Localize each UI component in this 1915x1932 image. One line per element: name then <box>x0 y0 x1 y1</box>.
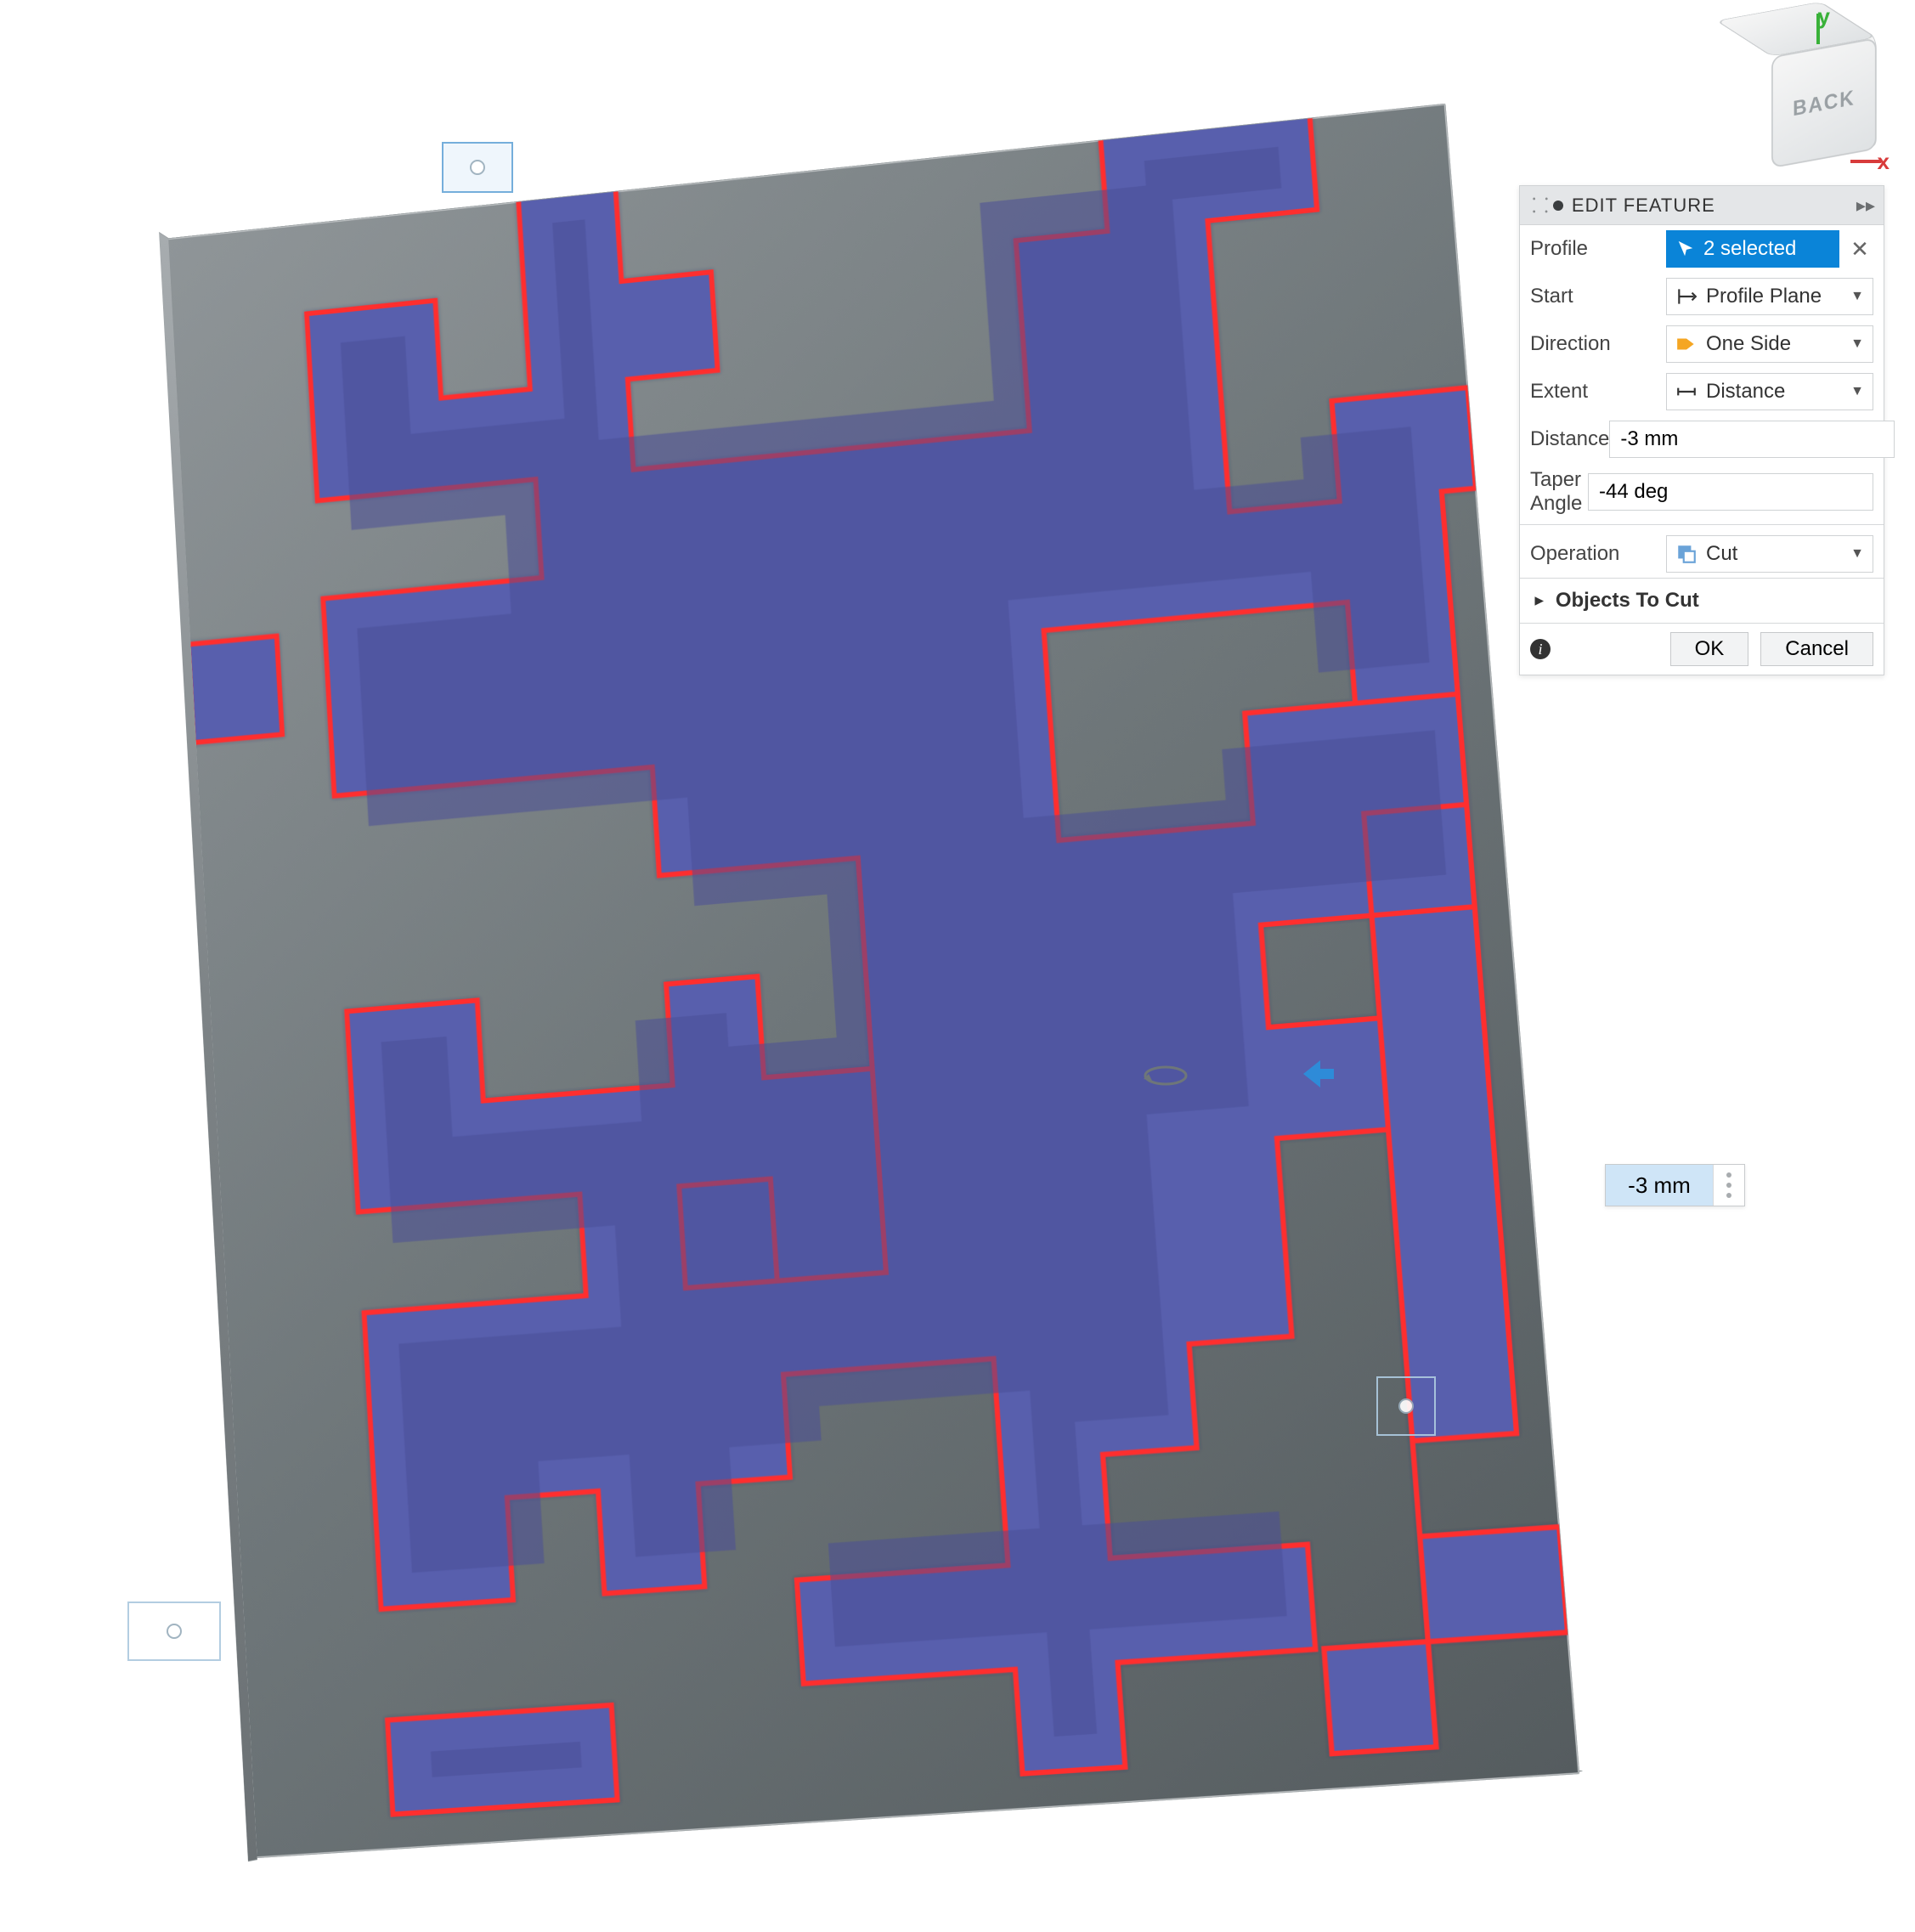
panel-title: EDIT FEATURE <box>1572 195 1856 217</box>
panel-expand-icon[interactable]: ▸▸ <box>1856 195 1875 217</box>
label-taper: Taper Angle <box>1530 468 1588 516</box>
start-value: Profile Plane <box>1706 285 1822 308</box>
row-taper: Taper Angle <box>1520 463 1884 521</box>
distance-icon <box>1675 381 1698 403</box>
one-side-icon <box>1675 333 1698 355</box>
slab-front-face[interactable] <box>166 104 1580 1859</box>
ok-button[interactable]: OK <box>1670 632 1749 666</box>
direction-dropdown[interactable]: One Side <box>1666 325 1873 363</box>
manipulator-handle-bottom[interactable] <box>127 1602 221 1661</box>
extrude-direction-arrow[interactable] <box>1300 1057 1337 1091</box>
row-start: Start Profile Plane <box>1520 273 1884 320</box>
row-distance: Distance <box>1520 415 1884 463</box>
panel-bullet-icon <box>1553 201 1563 211</box>
cursor-icon <box>1676 240 1695 258</box>
panel-grip-icon: ⸬ <box>1532 191 1546 219</box>
edit-feature-panel: ⸬ EDIT FEATURE ▸▸ Profile 2 selected ✕ S… <box>1519 185 1884 675</box>
row-operation: Operation Cut <box>1520 524 1884 578</box>
manipulator-handle-dot <box>167 1624 182 1639</box>
profile-selection-text: 2 selected <box>1703 237 1796 261</box>
objects-to-cut-row[interactable]: ▲ Objects To Cut <box>1520 578 1884 623</box>
info-icon[interactable]: i <box>1530 639 1551 659</box>
manipulator-handle-dot <box>1398 1398 1414 1414</box>
cut-operation-icon <box>1675 543 1698 565</box>
panel-footer: i OK Cancel <box>1520 623 1884 675</box>
extent-dropdown[interactable]: Distance <box>1666 373 1873 410</box>
direction-value: One Side <box>1706 332 1791 356</box>
maze-path-floor <box>335 135 1511 1777</box>
dimension-value-input[interactable] <box>1606 1165 1713 1206</box>
profile-selection-chip[interactable]: 2 selected <box>1666 230 1839 268</box>
row-extent: Extent Distance <box>1520 368 1884 415</box>
floating-dimension-input[interactable] <box>1605 1164 1745 1206</box>
extent-value: Distance <box>1706 380 1785 404</box>
label-start: Start <box>1530 285 1666 308</box>
maze-profile-selection[interactable] <box>167 105 1579 1858</box>
label-extent: Extent <box>1530 380 1666 404</box>
label-operation: Operation <box>1530 542 1666 566</box>
disclosure-triangle-icon: ▲ <box>1530 593 1548 608</box>
start-dropdown[interactable]: Profile Plane <box>1666 278 1873 315</box>
label-distance: Distance <box>1530 427 1609 451</box>
profile-clear-button[interactable]: ✕ <box>1846 238 1873 260</box>
rotate-manipulator-icon[interactable] <box>1142 1052 1189 1099</box>
row-direction: Direction One Side <box>1520 320 1884 368</box>
operation-dropdown[interactable]: Cut <box>1666 535 1873 573</box>
profile-plane-icon <box>1675 285 1698 308</box>
manipulator-handle-top[interactable] <box>442 142 513 193</box>
objects-to-cut-label: Objects To Cut <box>1556 589 1699 613</box>
dimension-drag-grip-icon[interactable] <box>1713 1165 1744 1206</box>
model-slab[interactable] <box>166 104 1580 1859</box>
row-profile: Profile 2 selected ✕ <box>1520 225 1884 273</box>
label-profile: Profile <box>1530 237 1666 261</box>
panel-titlebar[interactable]: ⸬ EDIT FEATURE ▸▸ <box>1520 186 1884 225</box>
manipulator-handle-dot <box>470 160 485 175</box>
operation-value: Cut <box>1706 542 1737 566</box>
taper-angle-input[interactable] <box>1588 473 1873 511</box>
cancel-button[interactable]: Cancel <box>1760 632 1873 666</box>
distance-input[interactable] <box>1609 421 1895 458</box>
manipulator-handle-side[interactable] <box>1376 1376 1436 1436</box>
label-direction: Direction <box>1530 332 1666 356</box>
